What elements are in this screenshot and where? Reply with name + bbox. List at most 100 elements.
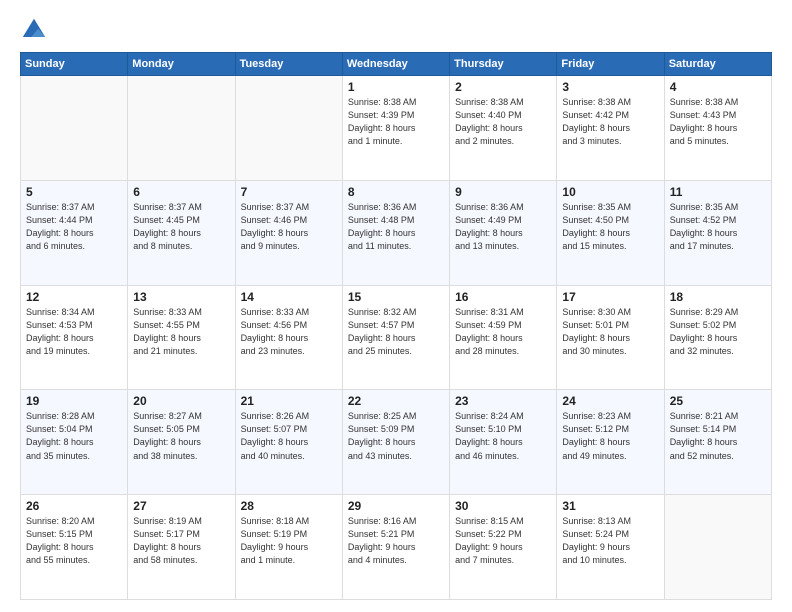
- table-row: [21, 76, 128, 181]
- col-sunday: Sunday: [21, 53, 128, 76]
- calendar-header-row: Sunday Monday Tuesday Wednesday Thursday…: [21, 53, 772, 76]
- day-number: 6: [133, 185, 229, 199]
- calendar-week-row: 1Sunrise: 8:38 AM Sunset: 4:39 PM Daylig…: [21, 76, 772, 181]
- calendar-week-row: 19Sunrise: 8:28 AM Sunset: 5:04 PM Dayli…: [21, 390, 772, 495]
- day-number: 19: [26, 394, 122, 408]
- table-row: [128, 76, 235, 181]
- day-number: 4: [670, 80, 766, 94]
- table-row: 30Sunrise: 8:15 AM Sunset: 5:22 PM Dayli…: [450, 495, 557, 600]
- day-number: 10: [562, 185, 658, 199]
- table-row: 18 Sunrise: 8:29 AM Sunset: 5:02 PM Dayli…: [664, 285, 771, 390]
- table-row: 7Sunrise: 8:37 AM Sunset: 4:46 PM Daylig…: [235, 180, 342, 285]
- col-saturday: Saturday: [664, 53, 771, 76]
- day-info: Sunrise: 8:13 AM Sunset: 5:24 PM Dayligh…: [562, 515, 658, 567]
- calendar-week-row: 26Sunrise: 8:20 AM Sunset: 5:15 PM Dayli…: [21, 495, 772, 600]
- day-number: 20: [133, 394, 229, 408]
- calendar-table: Sunday Monday Tuesday Wednesday Thursday…: [20, 52, 772, 600]
- table-row: 4 Sunrise: 8:38 AM Sunset: 4:43 PM Daylig…: [664, 76, 771, 181]
- table-row: 29Sunrise: 8:16 AM Sunset: 5:21 PM Dayli…: [342, 495, 449, 600]
- day-info: Sunrise: 8:38 AM Sunset: 4:43 PM Dayligh…: [670, 96, 766, 148]
- table-row: 9 Sunrise: 8:36 AM Sunset: 4:49 PM Daylig…: [450, 180, 557, 285]
- header: [20, 16, 772, 44]
- table-row: 11 Sunrise: 8:35 AM Sunset: 4:52 PM Dayli…: [664, 180, 771, 285]
- table-row: 26Sunrise: 8:20 AM Sunset: 5:15 PM Dayli…: [21, 495, 128, 600]
- table-row: 27 Sunrise: 8:19 AM Sunset: 5:17 PM Dayli…: [128, 495, 235, 600]
- day-info: Sunrise: 8:18 AM Sunset: 5:19 PM Dayligh…: [241, 515, 337, 567]
- table-row: 6 Sunrise: 8:37 AM Sunset: 4:45 PM Daylig…: [128, 180, 235, 285]
- day-number: 14: [241, 290, 337, 304]
- table-row: 1Sunrise: 8:38 AM Sunset: 4:39 PM Daylig…: [342, 76, 449, 181]
- day-info: Sunrise: 8:34 AM Sunset: 4:53 PM Dayligh…: [26, 306, 122, 358]
- day-info: Sunrise: 8:35 AM Sunset: 4:50 PM Dayligh…: [562, 201, 658, 253]
- day-info: Sunrise: 8:30 AM Sunset: 5:01 PM Dayligh…: [562, 306, 658, 358]
- table-row: 5Sunrise: 8:37 AM Sunset: 4:44 PM Daylig…: [21, 180, 128, 285]
- table-row: 22 Sunrise: 8:25 AM Sunset: 5:09 PM Dayli…: [342, 390, 449, 495]
- table-row: 25 Sunrise: 8:21 AM Sunset: 5:14 PM Dayli…: [664, 390, 771, 495]
- day-number: 12: [26, 290, 122, 304]
- day-number: 22: [348, 394, 444, 408]
- day-info: Sunrise: 8:36 AM Sunset: 4:49 PM Dayligh…: [455, 201, 551, 253]
- day-number: 2: [455, 80, 551, 94]
- table-row: [235, 76, 342, 181]
- table-row: 12 Sunrise: 8:34 AM Sunset: 4:53 PM Dayli…: [21, 285, 128, 390]
- calendar-week-row: 12 Sunrise: 8:34 AM Sunset: 4:53 PM Dayli…: [21, 285, 772, 390]
- day-number: 8: [348, 185, 444, 199]
- day-info: Sunrise: 8:38 AM Sunset: 4:42 PM Dayligh…: [562, 96, 658, 148]
- day-number: 29: [348, 499, 444, 513]
- day-number: 28: [241, 499, 337, 513]
- day-info: Sunrise: 8:19 AM Sunset: 5:17 PM Dayligh…: [133, 515, 229, 567]
- col-thursday: Thursday: [450, 53, 557, 76]
- day-number: 18: [670, 290, 766, 304]
- col-wednesday: Wednesday: [342, 53, 449, 76]
- day-info: Sunrise: 8:32 AM Sunset: 4:57 PM Dayligh…: [348, 306, 444, 358]
- table-row: 10 Sunrise: 8:35 AM Sunset: 4:50 PM Dayli…: [557, 180, 664, 285]
- table-row: 3 Sunrise: 8:38 AM Sunset: 4:42 PM Daylig…: [557, 76, 664, 181]
- day-info: Sunrise: 8:36 AM Sunset: 4:48 PM Dayligh…: [348, 201, 444, 253]
- day-info: Sunrise: 8:29 AM Sunset: 5:02 PM Dayligh…: [670, 306, 766, 358]
- day-info: Sunrise: 8:21 AM Sunset: 5:14 PM Dayligh…: [670, 410, 766, 462]
- table-row: 13 Sunrise: 8:33 AM Sunset: 4:55 PM Dayli…: [128, 285, 235, 390]
- day-info: Sunrise: 8:33 AM Sunset: 4:56 PM Dayligh…: [241, 306, 337, 358]
- day-info: Sunrise: 8:38 AM Sunset: 4:39 PM Dayligh…: [348, 96, 444, 148]
- table-row: 28 Sunrise: 8:18 AM Sunset: 5:19 PM Dayli…: [235, 495, 342, 600]
- day-number: 30: [455, 499, 551, 513]
- day-info: Sunrise: 8:33 AM Sunset: 4:55 PM Dayligh…: [133, 306, 229, 358]
- day-number: 24: [562, 394, 658, 408]
- table-row: 17 Sunrise: 8:30 AM Sunset: 5:01 PM Dayli…: [557, 285, 664, 390]
- day-number: 31: [562, 499, 658, 513]
- logo: [20, 16, 52, 44]
- col-tuesday: Tuesday: [235, 53, 342, 76]
- day-number: 25: [670, 394, 766, 408]
- day-info: Sunrise: 8:25 AM Sunset: 5:09 PM Dayligh…: [348, 410, 444, 462]
- table-row: 24Sunrise: 8:23 AM Sunset: 5:12 PM Dayli…: [557, 390, 664, 495]
- table-row: 2 Sunrise: 8:38 AM Sunset: 4:40 PM Daylig…: [450, 76, 557, 181]
- table-row: [664, 495, 771, 600]
- day-number: 15: [348, 290, 444, 304]
- day-number: 17: [562, 290, 658, 304]
- page: Sunday Monday Tuesday Wednesday Thursday…: [0, 0, 792, 612]
- day-info: Sunrise: 8:24 AM Sunset: 5:10 PM Dayligh…: [455, 410, 551, 462]
- day-number: 11: [670, 185, 766, 199]
- day-number: 27: [133, 499, 229, 513]
- logo-icon: [20, 16, 48, 44]
- day-number: 21: [241, 394, 337, 408]
- day-info: Sunrise: 8:31 AM Sunset: 4:59 PM Dayligh…: [455, 306, 551, 358]
- table-row: 19Sunrise: 8:28 AM Sunset: 5:04 PM Dayli…: [21, 390, 128, 495]
- day-number: 16: [455, 290, 551, 304]
- day-info: Sunrise: 8:26 AM Sunset: 5:07 PM Dayligh…: [241, 410, 337, 462]
- day-number: 3: [562, 80, 658, 94]
- table-row: 31 Sunrise: 8:13 AM Sunset: 5:24 PM Dayli…: [557, 495, 664, 600]
- day-info: Sunrise: 8:37 AM Sunset: 4:45 PM Dayligh…: [133, 201, 229, 253]
- col-friday: Friday: [557, 53, 664, 76]
- table-row: 23Sunrise: 8:24 AM Sunset: 5:10 PM Dayli…: [450, 390, 557, 495]
- day-info: Sunrise: 8:38 AM Sunset: 4:40 PM Dayligh…: [455, 96, 551, 148]
- day-number: 13: [133, 290, 229, 304]
- day-number: 9: [455, 185, 551, 199]
- day-info: Sunrise: 8:20 AM Sunset: 5:15 PM Dayligh…: [26, 515, 122, 567]
- table-row: 21 Sunrise: 8:26 AM Sunset: 5:07 PM Dayli…: [235, 390, 342, 495]
- table-row: 15 Sunrise: 8:32 AM Sunset: 4:57 PM Dayli…: [342, 285, 449, 390]
- table-row: 14 Sunrise: 8:33 AM Sunset: 4:56 PM Dayli…: [235, 285, 342, 390]
- table-row: 16 Sunrise: 8:31 AM Sunset: 4:59 PM Dayli…: [450, 285, 557, 390]
- calendar-week-row: 5Sunrise: 8:37 AM Sunset: 4:44 PM Daylig…: [21, 180, 772, 285]
- day-info: Sunrise: 8:35 AM Sunset: 4:52 PM Dayligh…: [670, 201, 766, 253]
